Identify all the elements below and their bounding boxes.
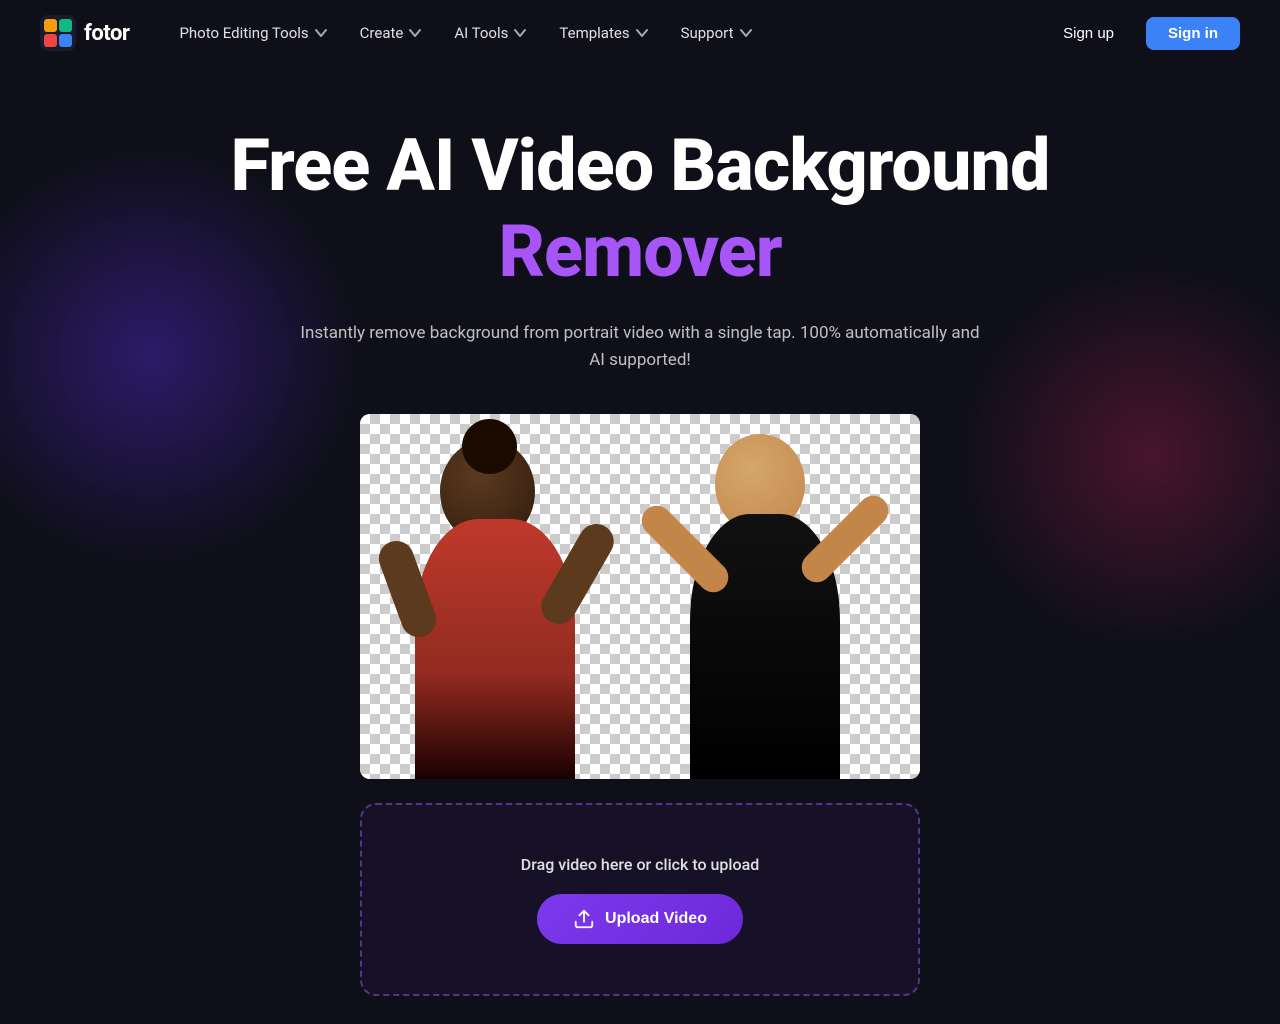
nav-item-ai-tools[interactable]: AI Tools (440, 16, 541, 50)
upload-button[interactable]: Upload Video (537, 894, 743, 944)
preview-container (360, 414, 920, 779)
navbar: fotor Photo Editing Tools Create AI Tool… (0, 0, 1280, 66)
nav-links: Photo Editing Tools Create AI Tools Temp… (165, 16, 1043, 50)
chevron-down-icon (635, 26, 649, 40)
chevron-down-icon (314, 26, 328, 40)
hero-subtitle: Instantly remove background from portrai… (300, 320, 980, 374)
signup-button[interactable]: Sign up (1043, 17, 1134, 50)
logo[interactable]: fotor (40, 15, 129, 51)
upload-drag-text: Drag video here or click to upload (521, 855, 759, 874)
nav-item-create[interactable]: Create (346, 16, 437, 50)
nav-item-support[interactable]: Support (667, 16, 767, 50)
hero-title-line2: Remover (231, 209, 1050, 295)
hero-title: Free AI Video Background Remover (231, 126, 1050, 296)
nav-item-templates[interactable]: Templates (545, 16, 662, 50)
preview-image (360, 414, 920, 779)
bg-glow-right (960, 266, 1280, 646)
chevron-down-icon (408, 26, 422, 40)
nav-actions: Sign up Sign in (1043, 17, 1240, 50)
chevron-down-icon (739, 26, 753, 40)
hero-section: Free AI Video Background Remover Instant… (0, 66, 1280, 996)
figure-left (400, 439, 600, 779)
logo-text: fotor (84, 21, 129, 46)
chevron-down-icon (513, 26, 527, 40)
upload-zone[interactable]: Drag video here or click to upload Uploa… (360, 803, 920, 996)
hair-bun (462, 419, 517, 474)
fotor-logo-icon (40, 15, 76, 51)
figure-right (675, 434, 860, 779)
signin-button[interactable]: Sign in (1146, 17, 1240, 50)
upload-icon (573, 908, 595, 930)
person-left-body (415, 519, 575, 779)
nav-item-photo-editing[interactable]: Photo Editing Tools (165, 16, 341, 50)
